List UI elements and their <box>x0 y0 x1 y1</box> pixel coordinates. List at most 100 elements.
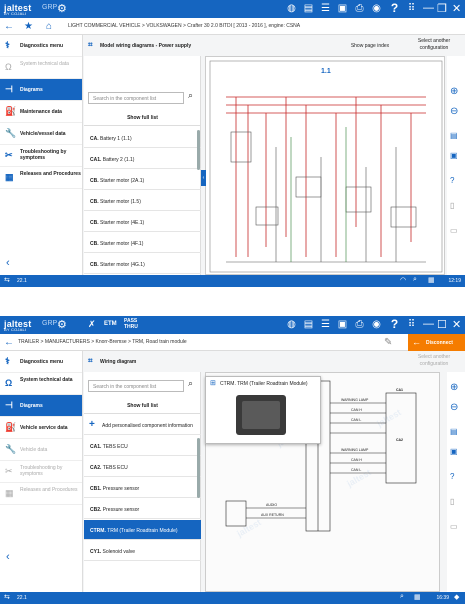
briefcase-icon[interactable]: ▣ <box>336 318 349 331</box>
collapse-arrow-icon[interactable]: ‹ <box>6 257 10 269</box>
sidebar-item-diagnostics[interactable]: ⚕ Diagnostics menu <box>0 351 82 373</box>
document-list-icon[interactable]: ▤ <box>302 318 315 331</box>
disconnect-button[interactable]: ← Disconnect <box>408 334 465 351</box>
back-arrow-icon[interactable]: ← <box>4 21 14 32</box>
list-scrollbar[interactable] <box>197 438 200 498</box>
list-item[interactable]: CB. Starter motor (4F.1) <box>84 233 201 253</box>
diagram-label-warning-lamp-lower: WARNING LAMP <box>341 448 369 452</box>
zoom-out-icon[interactable]: ⊖ <box>450 106 458 117</box>
help-icon[interactable]: ? <box>388 2 401 15</box>
help-tool-icon[interactable]: ? <box>450 176 454 185</box>
headset-icon: Ω <box>5 378 13 388</box>
briefcase-icon[interactable]: ▣ <box>336 2 349 15</box>
list-item[interactable]: CB. Starter motor (2A.1) <box>84 170 201 190</box>
restore-icon[interactable]: ❐ <box>437 2 447 15</box>
panel-toggle-button[interactable]: ‹ <box>201 170 206 186</box>
fit-page-icon[interactable]: ▭ <box>450 522 458 531</box>
camera-icon[interactable]: ◉ <box>370 2 383 15</box>
list-item[interactable]: CB. Starter motor (4E.1) <box>84 212 201 232</box>
close-icon[interactable]: ✕ <box>452 2 461 15</box>
edit-icon[interactable]: ✎ <box>384 337 392 348</box>
printer-icon[interactable]: ⎙ <box>353 2 366 15</box>
document-list-icon[interactable]: ▤ <box>302 2 315 15</box>
home-icon[interactable]: ⌂ <box>46 21 52 32</box>
list-item[interactable]: CA. Battery 1 (1.1) <box>84 128 201 148</box>
list-icon[interactable]: ☰ <box>319 2 332 15</box>
right-toolbar: ⊕ ⊖ ▤ ▣ ? ▯ ▭ <box>447 56 465 275</box>
list-item-selected[interactable]: CTRM. TRM (Trailer Roadtrain Module) <box>84 520 201 540</box>
oil-can-icon: ⛽ <box>5 106 17 116</box>
apps-icon[interactable]: ⚙ <box>57 2 67 15</box>
usb-icon: ⇆ <box>4 594 10 601</box>
globe-icon[interactable]: ◍ <box>285 2 298 15</box>
zoom-in-icon[interactable]: ⊕ <box>450 86 458 97</box>
sidebar-item-vehicle-data[interactable]: 🔧 Vehicle/vessel data <box>0 123 82 145</box>
help-tool-icon[interactable]: ? <box>450 472 454 481</box>
stethoscope-icon: ⚕ <box>5 40 10 50</box>
diagram-label-warning-lamp-right: WARNING LAMP <box>341 398 369 402</box>
component-popup[interactable]: ⊞ CTRM. TRM (Trailer Roadtrain Module) <box>205 376 321 444</box>
right-toolbar: ⊕ ⊖ ▤ ▣ ? ▯ ▭ <box>447 372 465 592</box>
close-icon[interactable]: ✕ <box>452 318 461 331</box>
list-scrollbar[interactable] <box>197 130 200 170</box>
show-full-list-button[interactable]: Show full list <box>84 110 201 126</box>
sidebar-item-maintenance[interactable]: ⛽ Maintenance data <box>0 101 82 123</box>
etm-icon[interactable]: ✗ <box>88 319 96 330</box>
zoom-in-icon[interactable]: ⊕ <box>450 382 458 393</box>
apps-icon[interactable]: ⚙ <box>57 318 67 331</box>
back-arrow-icon[interactable]: ← <box>4 337 14 348</box>
pdf-icon[interactable]: ▤ <box>450 427 458 436</box>
list-item[interactable]: CB1. Pressure sensor <box>84 478 201 498</box>
disconnect-arrow-icon: ← <box>412 337 421 347</box>
diagram-icon: ⊣ <box>5 84 13 94</box>
document-icon[interactable]: ▣ <box>450 447 458 456</box>
document-icon[interactable]: ▣ <box>450 151 458 160</box>
list-item[interactable]: CA2. TEBS ECU <box>84 457 201 477</box>
printer-icon[interactable]: ⎙ <box>353 318 366 331</box>
select-configuration-button[interactable]: Select another configuration <box>404 354 464 368</box>
sidebar-item-diagnostics[interactable]: ⚕ Diagnostics menu <box>0 35 82 57</box>
list-item[interactable]: CA1. TEBS ECU <box>84 436 201 456</box>
list-item[interactable]: CB2. Pressure sensor <box>84 499 201 519</box>
calendar-icon: ▦ <box>428 277 435 284</box>
wifi-icon: ◠ <box>400 277 407 284</box>
help-icon[interactable]: ? <box>388 318 401 331</box>
sidebar-item-technical-data[interactable]: Ω System technical data <box>0 373 82 395</box>
search-icon[interactable]: ⌕ <box>188 378 193 389</box>
minimize-icon[interactable]: — <box>423 2 434 14</box>
list-item[interactable]: CB. Starter motor (1.5) <box>84 191 201 211</box>
list-icon[interactable]: ☰ <box>319 318 332 331</box>
grid-icon[interactable]: ⠿ <box>405 2 418 15</box>
camera-icon[interactable]: ◉ <box>370 318 383 331</box>
wiring-diagram[interactable]: 1.1 <box>205 56 445 275</box>
search-input[interactable]: Search in the component list <box>88 380 184 392</box>
search-icon[interactable]: ⌕ <box>188 90 193 101</box>
add-component-button[interactable]: + Add personalised component information <box>84 415 201 435</box>
pass-thru-label[interactable]: PASS THRU <box>124 318 144 330</box>
show-full-list-button[interactable]: Show full list <box>84 398 201 414</box>
grid-icon[interactable]: ⠿ <box>405 318 418 331</box>
pdf-icon[interactable]: ▤ <box>450 131 458 140</box>
restore-icon[interactable]: ☐ <box>437 318 447 331</box>
sidebar-item-troubleshooting[interactable]: ✂ Troubleshooting by symptoms <box>0 145 82 167</box>
select-configuration-button[interactable]: Select another configuration <box>404 38 464 52</box>
star-icon[interactable]: ★ <box>24 21 33 32</box>
fit-page-icon[interactable]: ▭ <box>450 226 458 235</box>
list-item[interactable]: CA1. Battery 2 (1.1) <box>84 149 201 169</box>
collapse-arrow-icon[interactable]: ‹ <box>6 551 10 563</box>
sidebar-item-service-data[interactable]: ⛽ Vehicle service data <box>0 417 82 439</box>
globe-icon[interactable]: ◍ <box>285 318 298 331</box>
page-icon[interactable]: ▯ <box>450 497 454 506</box>
sidebar-item-diagrams[interactable]: ⊣ Diagrams <box>0 79 82 101</box>
sidebar-item-releases[interactable]: ▦ Releases and Procedures <box>0 167 82 189</box>
list-item[interactable]: CY1. Solenoid valve <box>84 541 201 561</box>
page-icon[interactable]: ▯ <box>450 201 454 210</box>
show-page-index-button[interactable]: Show page index <box>340 43 400 49</box>
search-input[interactable]: Search in the component list <box>88 92 184 104</box>
status-bar: ⇆ 22.1 ◠ ⌕ ▦ 12:19 <box>0 275 465 287</box>
sidebar-item-diagrams[interactable]: ⊣ Diagrams <box>0 395 82 417</box>
list-item[interactable]: CB. Starter motor (4G.1) <box>84 254 201 274</box>
etm-label[interactable]: ETM <box>104 321 117 327</box>
minimize-icon[interactable]: — <box>423 318 434 330</box>
zoom-out-icon[interactable]: ⊖ <box>450 402 458 413</box>
